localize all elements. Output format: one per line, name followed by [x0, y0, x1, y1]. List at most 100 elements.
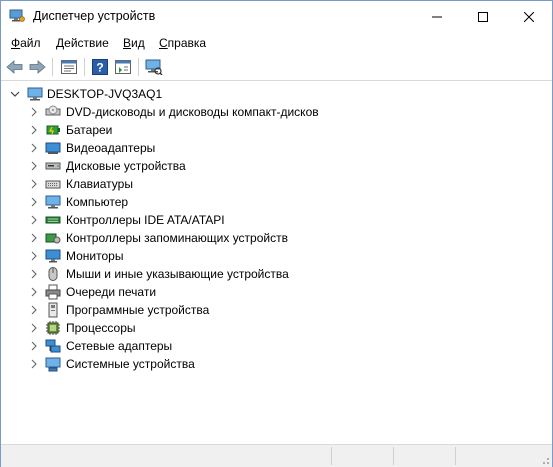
forward-icon [29, 60, 46, 74]
tree-item[interactable]: Клавиатуры [1, 175, 552, 193]
system-device-icon [45, 357, 61, 372]
menu-help[interactable]: Справка [159, 36, 206, 50]
svg-text:?: ? [96, 61, 103, 75]
status-cell [331, 447, 392, 465]
storage-controller-icon [45, 233, 61, 244]
toolbar-separator [84, 58, 85, 76]
resize-grip-icon[interactable] [540, 455, 550, 465]
expand-chevron-icon[interactable] [29, 269, 39, 279]
minimize-button[interactable] [414, 1, 460, 32]
printer-icon [45, 284, 61, 300]
expand-chevron-icon[interactable] [29, 107, 39, 117]
tree-item-label: Мониторы [66, 249, 124, 263]
tree-item[interactable]: Дисковые устройства [1, 157, 552, 175]
toolbar-separator [138, 58, 139, 76]
menu-file[interactable]: Файл [11, 36, 41, 50]
tree-item[interactable]: Компьютер [1, 193, 552, 211]
tree-item-label: Мыши и иные указывающие устройства [66, 267, 289, 281]
tree-item[interactable]: Видеоадаптеры [1, 139, 552, 157]
tree-item-label: Очереди печати [66, 285, 157, 299]
tree-root[interactable]: DESKTOP-JVQ3AQ1 [1, 85, 552, 103]
window-title: Диспетчер устройств [33, 9, 156, 23]
tree-item[interactable]: Контроллеры IDE ATA/ATAPI [1, 211, 552, 229]
software-device-icon [48, 302, 58, 318]
title-bar[interactable]: Диспетчер устройств [1, 1, 552, 32]
close-button[interactable] [506, 1, 552, 32]
tree-item-label: Процессоры [66, 321, 136, 335]
display-adapter-icon [45, 142, 61, 154]
tree-item-label: Клавиатуры [66, 177, 133, 191]
expand-chevron-icon[interactable] [29, 287, 39, 297]
tree-item-label: Видеоадаптеры [66, 141, 156, 155]
tree-item[interactable]: Программные устройства [1, 301, 552, 319]
computer-icon [27, 87, 43, 101]
tree-item-label: DVD-дисководы и дисководы компакт-дисков [66, 105, 319, 119]
expand-chevron-icon[interactable] [29, 161, 39, 171]
expand-chevron-icon[interactable] [29, 215, 39, 225]
tree-item[interactable]: Батареи [1, 121, 552, 139]
device-tree: DESKTOP-JVQ3AQ1 DVD-дисководы и дисковод… [1, 81, 552, 444]
expand-chevron-icon[interactable] [29, 125, 39, 135]
disk-drive-icon [45, 162, 61, 170]
menu-bar: Файл Действие Вид Справка [1, 32, 552, 54]
maximize-icon [478, 11, 488, 22]
tree-root-label: DESKTOP-JVQ3AQ1 [47, 87, 163, 101]
expand-chevron-icon[interactable] [29, 251, 39, 261]
tree-item-label: Системные устройства [66, 357, 195, 371]
expand-chevron-icon[interactable] [29, 143, 39, 153]
update-driver-icon [115, 60, 131, 74]
device-manager-icon [9, 9, 25, 22]
tree-item[interactable]: Мыши и иные указывающие устройства [1, 265, 552, 283]
expand-chevron-icon[interactable] [29, 233, 39, 243]
dvd-drive-icon [45, 105, 61, 116]
tree-item-label: Контроллеры IDE ATA/ATAPI [66, 213, 225, 227]
tree-item-label: Батареи [66, 123, 113, 137]
keyboard-icon [45, 180, 61, 189]
scan-hardware-icon [145, 59, 163, 75]
expand-chevron-icon[interactable] [29, 323, 39, 333]
back-icon [6, 60, 23, 74]
expand-chevron-icon[interactable] [29, 359, 39, 369]
properties-icon [61, 60, 77, 74]
computer-icon [45, 195, 61, 209]
menu-view[interactable]: Вид [123, 36, 145, 50]
battery-icon [46, 125, 60, 135]
properties-button[interactable] [58, 57, 80, 77]
expand-chevron-icon[interactable] [29, 341, 39, 351]
toolbar: ? [1, 54, 552, 81]
update-driver-button[interactable] [112, 57, 134, 77]
tree-item[interactable]: DVD-дисководы и дисководы компакт-дисков [1, 103, 552, 121]
mouse-icon [48, 267, 58, 281]
expand-chevron-icon[interactable] [29, 179, 39, 189]
status-cell [393, 447, 454, 465]
tree-item[interactable]: Очереди печати [1, 283, 552, 301]
tree-item-label: Дисковые устройства [66, 159, 186, 173]
tree-item[interactable]: Мониторы [1, 247, 552, 265]
tree-item[interactable]: Процессоры [1, 319, 552, 337]
close-icon [524, 11, 534, 22]
tree-item-label: Контроллеры запоминающих устройств [66, 231, 288, 245]
back-button[interactable] [4, 57, 26, 77]
tree-item[interactable]: Контроллеры запоминающих устройств [1, 229, 552, 247]
ide-controller-icon [45, 216, 61, 224]
menu-action[interactable]: Действие [56, 36, 109, 50]
expand-chevron-icon[interactable] [29, 305, 39, 315]
forward-button[interactable] [26, 57, 48, 77]
tree-item[interactable]: Системные устройства [1, 355, 552, 373]
monitor-icon [45, 249, 61, 263]
scan-hardware-button[interactable] [143, 57, 165, 77]
processor-icon [46, 321, 60, 335]
toolbar-separator [52, 58, 53, 76]
tree-item[interactable]: Сетевые адаптеры [1, 337, 552, 355]
help-icon: ? [92, 59, 108, 75]
network-adapter-icon [45, 339, 61, 353]
expand-chevron-icon[interactable] [29, 197, 39, 207]
tree-item-label: Сетевые адаптеры [66, 339, 173, 353]
help-button[interactable]: ? [89, 57, 111, 77]
maximize-button[interactable] [460, 1, 506, 32]
collapse-chevron-icon[interactable] [10, 89, 20, 99]
status-bar [1, 444, 552, 467]
tree-item-label: Программные устройства [66, 303, 210, 317]
minimize-icon [432, 16, 442, 17]
device-manager-window: Диспетчер устройств Файл Действие Вид Сп… [0, 0, 553, 467]
